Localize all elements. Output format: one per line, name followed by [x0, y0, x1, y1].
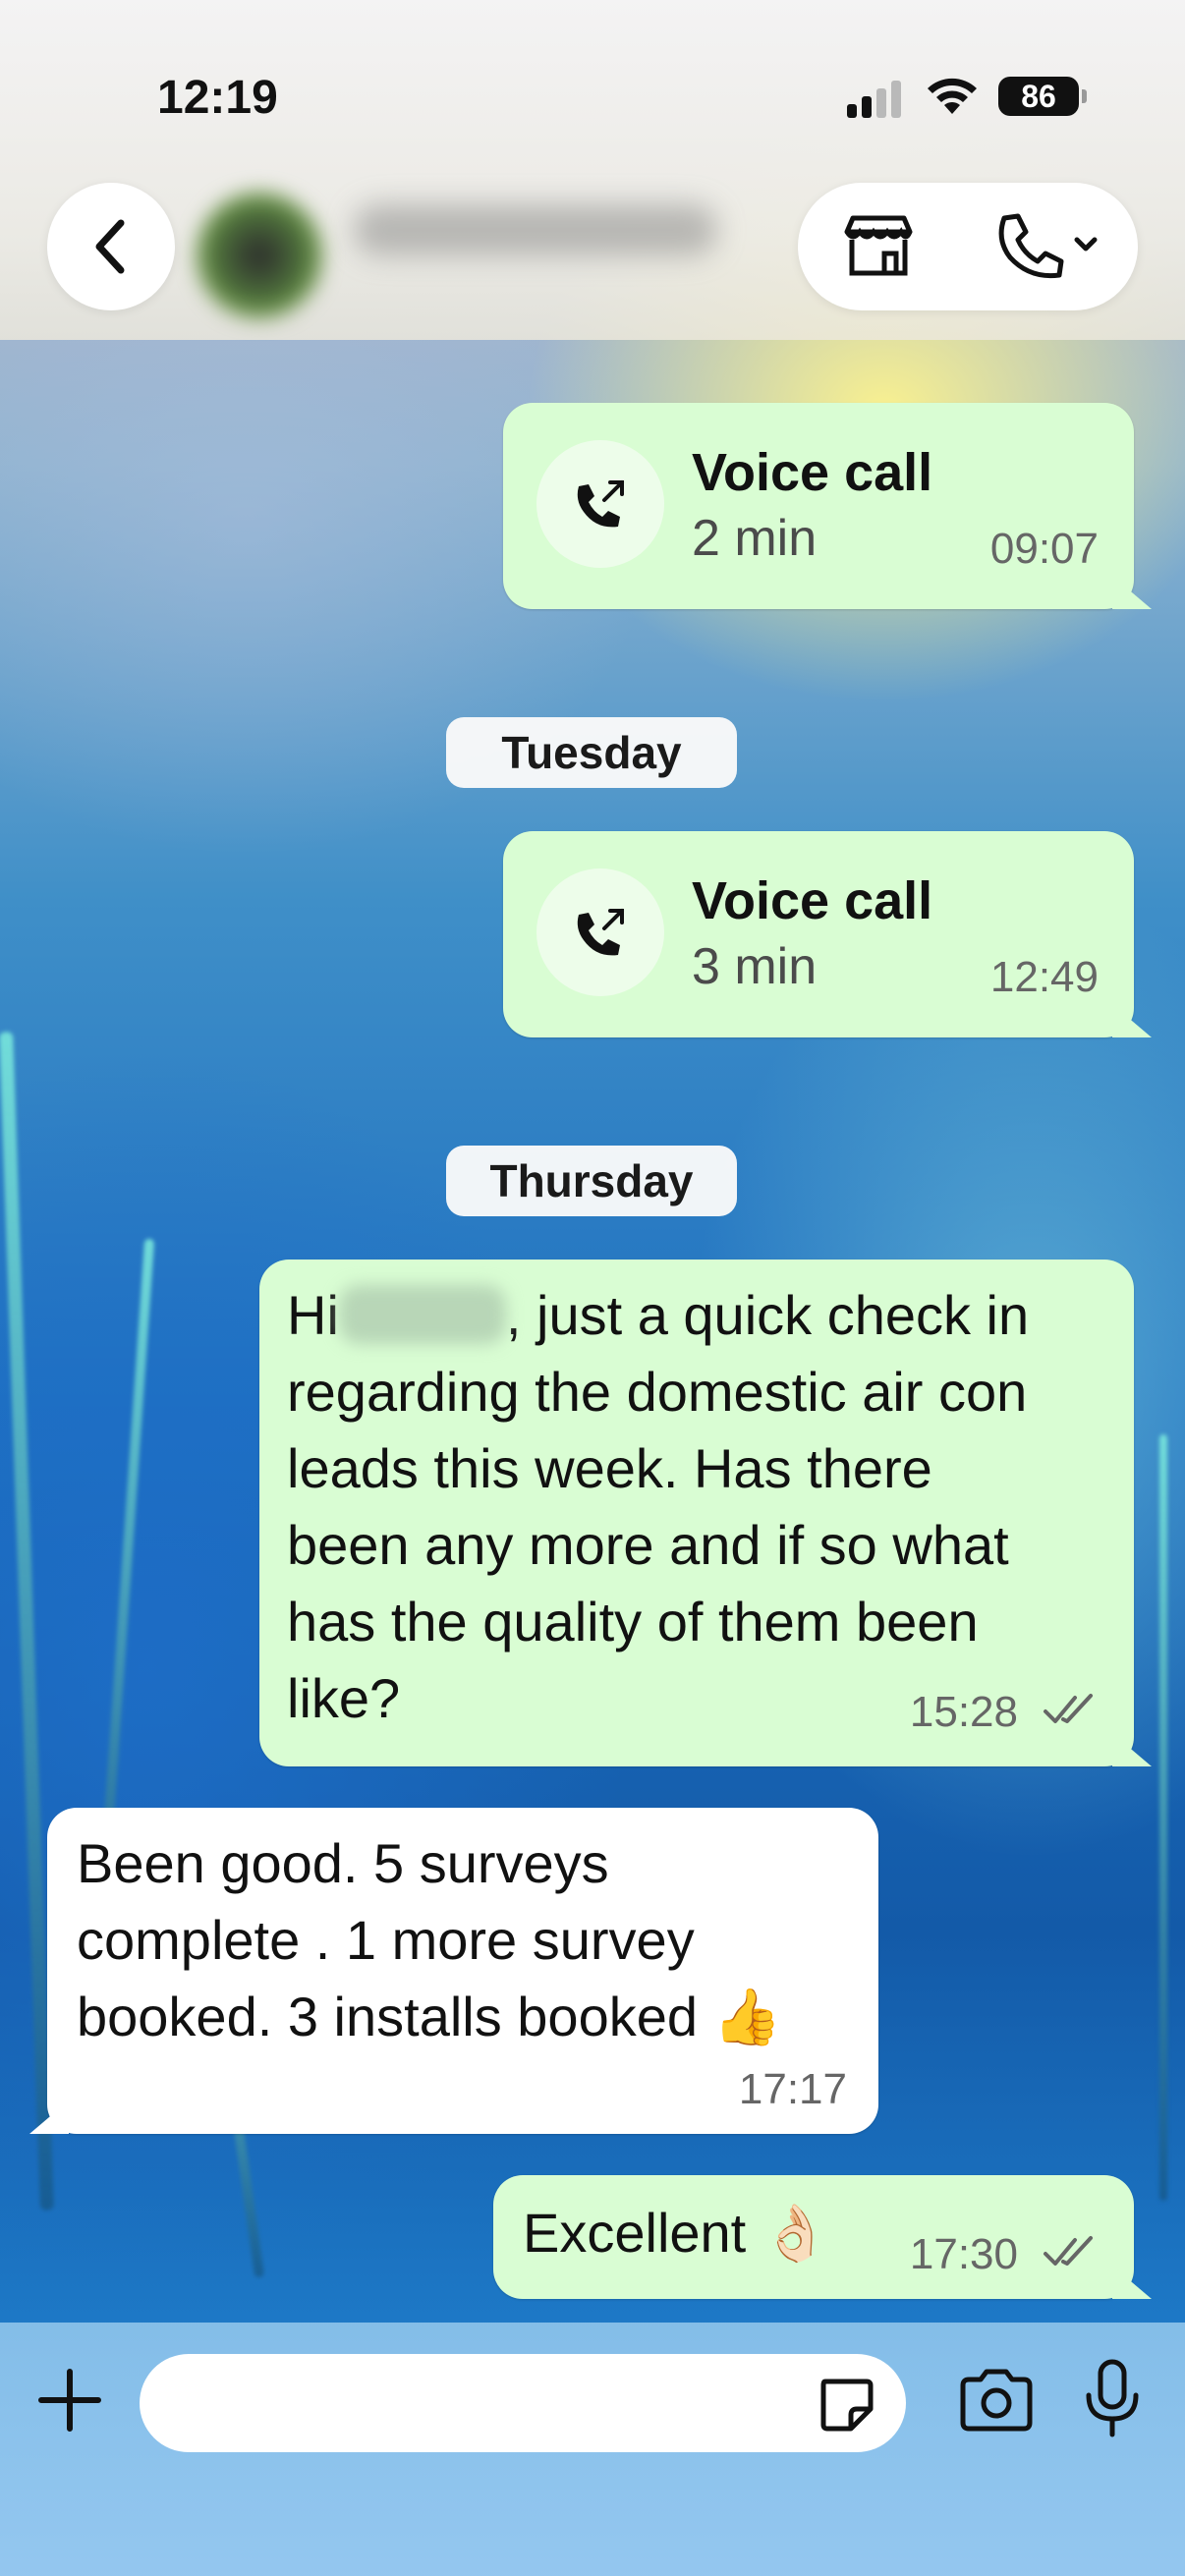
signal-icon [847, 79, 906, 118]
message-line: complete . 1 more survey [77, 1909, 695, 1971]
date-separator: Thursday [446, 1146, 737, 1216]
contact-avatar[interactable] [197, 193, 322, 318]
read-receipt-icon [1044, 2236, 1093, 2266]
call-duration: 3 min [692, 938, 818, 995]
call-bubble[interactable]: Voice call 2 min 09:07 [503, 403, 1134, 609]
incoming-message[interactable]: Been good. 5 surveys complete . 1 more s… [47, 1808, 878, 2134]
chevron-down-icon [1074, 237, 1098, 252]
message-text: Hi, just a quick check in regarding the … [287, 1277, 1122, 1737]
status-time: 12:19 [157, 72, 278, 124]
message-line: Hi, just a quick check in [287, 1284, 1030, 1346]
contact-name-redacted[interactable] [354, 204, 717, 255]
message-time: 17:30 [909, 2230, 1018, 2278]
message-line: booked. 3 installs booked 👍 [77, 1986, 782, 2047]
message-line: has the quality of them been [287, 1591, 979, 1652]
call-title: Voice call [692, 443, 933, 502]
message-line: regarding the domestic air con [287, 1361, 1028, 1423]
call-bubble[interactable]: Voice call 3 min 12:49 [503, 831, 1134, 1037]
message-time: 17:17 [738, 2065, 847, 2113]
microphone-icon[interactable] [1081, 2358, 1144, 2440]
outgoing-message[interactable]: Excellent 👌🏻 17:30 [493, 2175, 1134, 2299]
phone-icon[interactable] [990, 210, 1108, 283]
message-line: leads this week. Has there [287, 1437, 932, 1499]
status-bar: 12:19 86 [0, 0, 1185, 187]
outgoing-call-icon [577, 909, 624, 956]
wifi-icon [928, 78, 977, 114]
date-separator: Tuesday [446, 717, 737, 788]
outgoing-message[interactable]: Hi, just a quick check in regarding the … [259, 1260, 1134, 1766]
message-time: 15:28 [909, 1688, 1018, 1736]
back-button[interactable] [47, 183, 175, 310]
chevron-left-icon [95, 219, 125, 274]
battery-icon: 86 [998, 77, 1087, 116]
call-icon-circle [536, 868, 664, 996]
message-text: Excellent 👌🏻 [523, 2202, 830, 2264]
message-input[interactable] [140, 2354, 906, 2452]
message-time: 09:07 [989, 525, 1099, 573]
call-duration: 2 min [692, 510, 818, 567]
redacted-name [338, 1285, 506, 1344]
message-time: 12:49 [989, 953, 1099, 1001]
store-icon[interactable] [839, 212, 918, 281]
message-text: Been good. 5 surveys complete . 1 more s… [77, 1825, 863, 2055]
message-line: been any more and if so what [287, 1514, 1009, 1576]
battery-level: 86 [1021, 78, 1056, 114]
camera-icon[interactable] [957, 2366, 1036, 2435]
message-line: Been good. 5 surveys [77, 1832, 609, 1894]
sticker-icon[interactable] [816, 2374, 876, 2435]
call-title: Voice call [692, 871, 933, 930]
header-actions [798, 183, 1138, 310]
outgoing-call-icon [577, 480, 624, 528]
call-icon-circle [536, 440, 664, 568]
wallpaper-grass [1159, 1434, 1167, 2201]
plus-icon[interactable] [35, 2366, 104, 2435]
read-receipt-icon [1044, 1694, 1093, 1723]
